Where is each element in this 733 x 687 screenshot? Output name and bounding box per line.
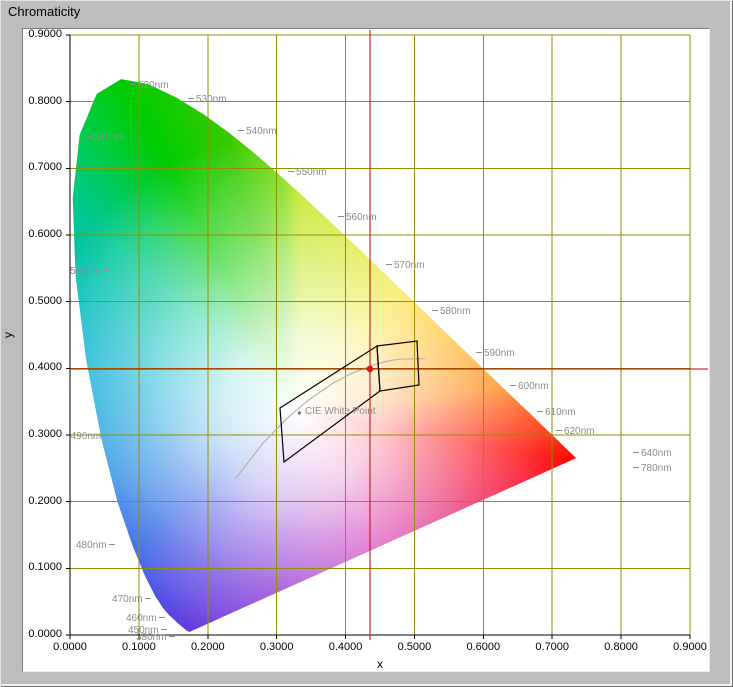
window-title: Chromaticity xyxy=(8,4,80,19)
app-window: Chromaticity 0.00000.10000.20000.30000.4… xyxy=(0,0,733,687)
x-axis-title: x xyxy=(355,657,405,671)
y-axis-title: y xyxy=(1,324,15,338)
